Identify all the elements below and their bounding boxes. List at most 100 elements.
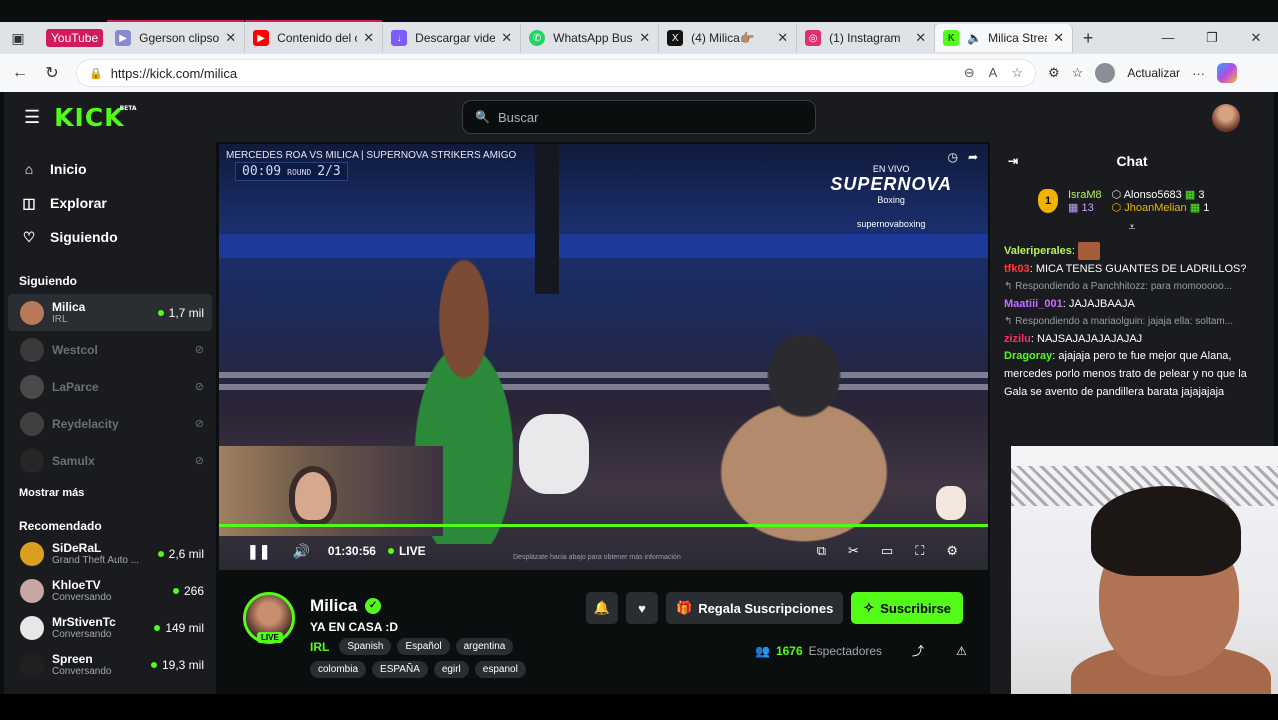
update-button[interactable]: Actualizar [1127, 66, 1180, 80]
channel-category: Conversando [52, 666, 112, 677]
nav-explorar[interactable]: ◫ Explorar [4, 186, 216, 220]
menu-icon[interactable]: ☰ [24, 107, 40, 128]
gift-subs-button[interactable]: 🎁 Regala Suscripciones [666, 592, 844, 624]
channel-khloetv[interactable]: KhloeTV Conversando 266 [8, 572, 212, 609]
channel-meta: Westcol [52, 343, 195, 357]
read-aloud-icon[interactable]: A [989, 65, 998, 81]
pip-icon[interactable]: ⧉ [817, 543, 826, 559]
tab-instagram[interactable]: ◎ (1) Instagram ✕ [797, 24, 936, 52]
channel-milica[interactable]: Milica IRL 1,7 mil [8, 294, 212, 331]
tag[interactable]: argentina [455, 638, 514, 655]
tag[interactable]: colombia [310, 661, 367, 678]
tag[interactable]: Español [397, 638, 450, 655]
tab-title: Milica Strea [988, 31, 1048, 45]
nav-inicio[interactable]: ⌂ Inicio [4, 152, 216, 186]
back-icon[interactable]: ← [4, 64, 36, 82]
nav-label: Explorar [50, 195, 107, 211]
close-tab-icon[interactable]: ✕ [363, 30, 374, 46]
tag[interactable]: espanol [474, 661, 526, 678]
speaker-icon[interactable]: 🔈 [967, 31, 982, 45]
tab-ggerson[interactable]: ▶ Ggerson clipso - ✕ [107, 20, 246, 52]
minimize-icon[interactable]: — [1146, 30, 1190, 46]
collapse-chat-icon[interactable]: ⇥ [1008, 154, 1018, 168]
close-window-icon[interactable]: ✕ [1234, 30, 1278, 46]
tab-kick-milica[interactable]: K 🔈 Milica Strea ✕ [935, 24, 1074, 52]
chat-username[interactable]: Valeriperales [1004, 245, 1072, 257]
tag[interactable]: ESPAÑA [372, 661, 428, 678]
chat-username[interactable]: zizilu [1004, 333, 1031, 345]
channel-sideral[interactable]: SiDeRaL Grand Theft Auto ... 2,6 mil [8, 535, 212, 572]
tag[interactable]: Spanish [339, 638, 392, 655]
channel-reydelacity[interactable]: Reydelacity ⊘ [8, 405, 212, 442]
chat-username[interactable]: Dragoray [1004, 350, 1052, 362]
channel-mrstiventc[interactable]: MrStivenTc Conversando 149 mil [8, 609, 212, 646]
share-arrow-icon[interactable]: ➦ [968, 150, 978, 164]
theater-icon[interactable]: ▭ [881, 543, 893, 559]
close-tab-icon[interactable]: ✕ [225, 30, 236, 46]
tab-x[interactable]: X (4) Milica👉🏽 ✕ [659, 24, 798, 52]
clock-icon[interactable]: ◷ [947, 150, 957, 164]
chat-username[interactable]: tfk03 [1004, 263, 1030, 275]
close-tab-icon[interactable]: ✕ [915, 30, 926, 46]
tab-group-youtube[interactable]: YouTube [46, 29, 104, 47]
leader-3[interactable]: ⬡ JhoanMelian ▦ 1 [1112, 201, 1210, 214]
leader-2[interactable]: ⬡ Alonso5683 ▦ 3 [1112, 188, 1210, 201]
leader-name: Alonso5683 [1123, 189, 1182, 201]
tab-download-video[interactable]: ↓ Descargar video ✕ [383, 24, 522, 52]
copilot-icon[interactable] [1217, 63, 1237, 83]
clip-icon[interactable]: ✂ [848, 543, 859, 559]
close-tab-icon[interactable]: ✕ [639, 30, 650, 46]
pause-icon[interactable]: ❚❚ [247, 543, 270, 560]
chat-text: NAJSAJAJAJAJAJAJ [1037, 332, 1143, 345]
extensions-icon[interactable]: ⚙ [1048, 65, 1060, 81]
profile-avatar[interactable] [1095, 63, 1116, 83]
tab-actions-icon[interactable]: ▣ [0, 22, 36, 54]
fullscreen-icon[interactable]: ⛶ [915, 543, 924, 559]
report-icon[interactable]: ⚠ [956, 644, 967, 658]
tab-whatsapp[interactable]: ✆ WhatsApp Busin ✕ [521, 24, 660, 52]
channel-samulx[interactable]: Samulx ⊘ [8, 442, 212, 479]
favorites-icon[interactable]: ☆ [1072, 65, 1084, 81]
stream-tags: IRL Spanish Español argentina colombia E… [310, 638, 550, 678]
settings-icon[interactable]: ⚙ [946, 543, 958, 559]
new-tab-icon[interactable]: + [1073, 28, 1103, 49]
tab-youtube-studio[interactable]: ▶ Contenido del c ✕ [245, 20, 384, 52]
channel-laparce[interactable]: LaParce ⊘ [8, 368, 212, 405]
close-tab-icon[interactable]: ✕ [501, 30, 512, 46]
user-avatar[interactable] [1212, 104, 1240, 132]
zoom-icon[interactable]: ⊖ [964, 65, 975, 81]
offline-icon: ⊘ [194, 418, 204, 430]
tab-title: Descargar video [415, 31, 496, 45]
channel-westcol[interactable]: Westcol ⊘ [8, 331, 212, 368]
channel-spreen[interactable]: Spreen Conversando 19,3 mil [8, 646, 212, 683]
close-tab-icon[interactable]: ✕ [777, 30, 788, 46]
url-field[interactable]: 🔒 https://kick.com/milica ⊖ A ☆ [76, 59, 1036, 87]
leader-name: JhoanMelian [1124, 202, 1187, 214]
streamer-name[interactable]: Milica ✓ [310, 596, 382, 616]
notification-bell-button[interactable]: 🔔 [586, 592, 618, 624]
volume-icon[interactable]: 🔊 [292, 543, 309, 560]
live-dot-icon [157, 309, 164, 316]
close-tab-icon[interactable]: ✕ [1053, 30, 1064, 46]
leader-count-text: 1 [1203, 202, 1210, 214]
share-icon[interactable]: ⤴ [912, 642, 924, 659]
follow-heart-button[interactable]: ♥ [626, 592, 658, 624]
search-input[interactable]: 🔍 Buscar [462, 100, 816, 134]
chat-username[interactable]: Maatiii_001 [1004, 298, 1063, 310]
url-actions: ⊖ A ☆ [964, 65, 1023, 81]
viewer-count: 149 mil [154, 621, 204, 635]
leader-1[interactable]: IsraM8 ▦ 13 [1068, 189, 1102, 214]
kick-logo[interactable]: KICK BETA [54, 103, 136, 132]
show-more-link[interactable]: Mostrar más [4, 487, 216, 499]
restore-icon[interactable]: ❐ [1190, 30, 1234, 46]
video-player[interactable]: MERCEDES ROA VS MILICA | SUPERNOVA STRIK… [219, 144, 988, 570]
expand-pinned-icon[interactable]: ⩡ [990, 221, 1274, 234]
refresh-icon[interactable]: ↻ [36, 63, 68, 83]
subscribe-button[interactable]: ✧ Suscribirse [851, 592, 964, 624]
category-link[interactable]: IRL [310, 640, 329, 654]
more-menu-icon[interactable]: ··· [1192, 66, 1205, 81]
favorite-star-icon[interactable]: ☆ [1011, 65, 1023, 81]
video-progress-bar[interactable] [219, 524, 988, 527]
nav-siguiendo[interactable]: ♡ Siguiendo [4, 220, 216, 254]
tag[interactable]: egirl [433, 661, 469, 678]
